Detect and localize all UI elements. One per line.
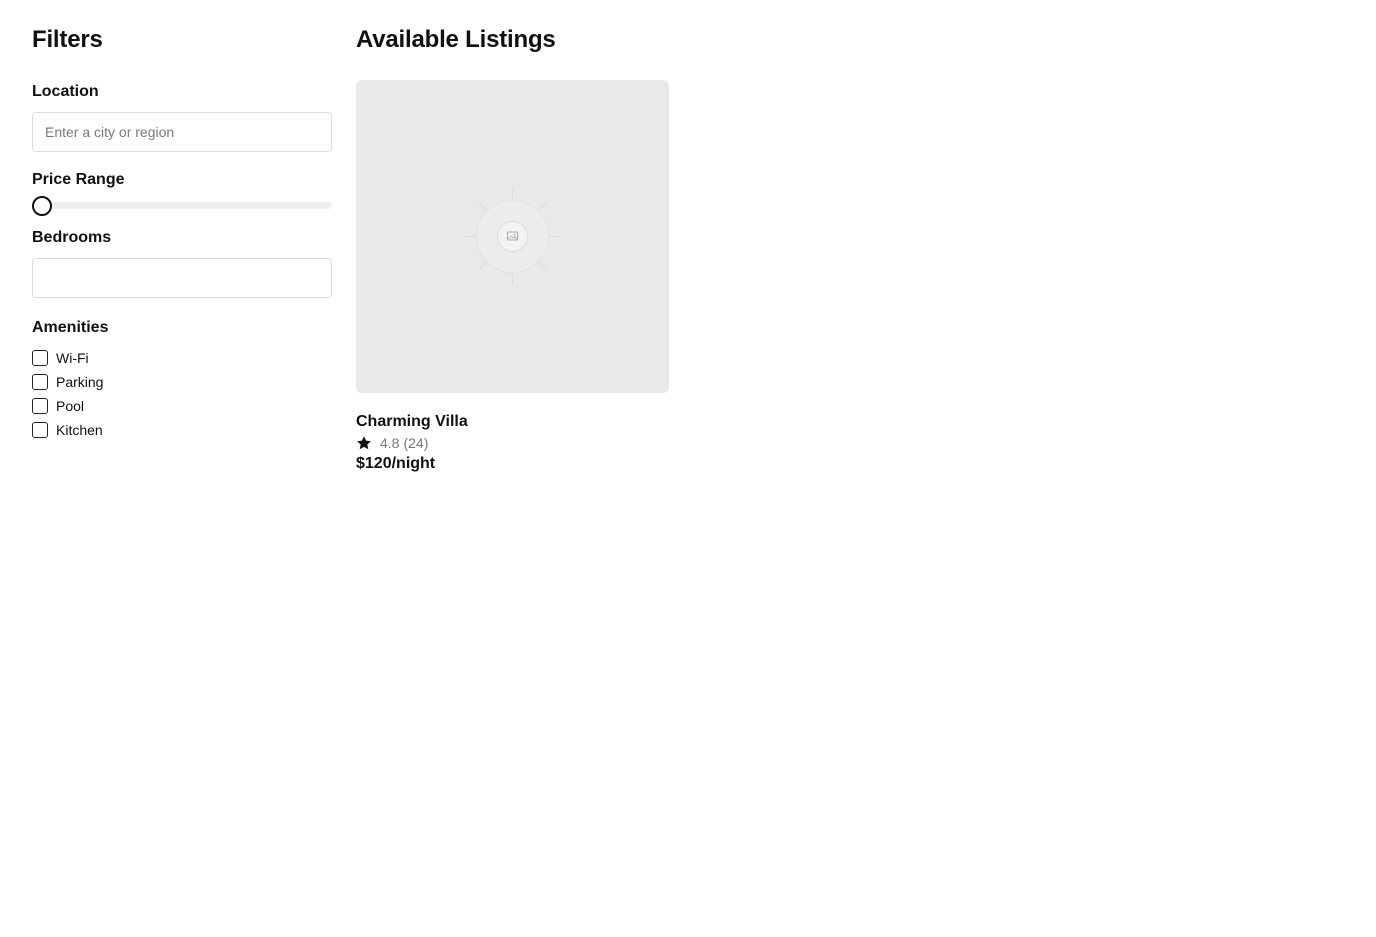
amenity-kitchen[interactable]: Kitchen [32,418,332,442]
bedrooms-input[interactable] [32,258,332,298]
listing-rating: 4.8 (24) [356,433,669,453]
price-range-label: Price Range [32,171,125,188]
review-count: (24) [403,435,429,451]
listing-card[interactable]: Charming Villa 4.8 (24) $120/night [356,80,669,474]
amenity-label: Kitchen [56,422,103,438]
listings-title: Available Listings [356,26,556,53]
rating-value: 4.8 [380,435,400,451]
price-range-track[interactable] [32,202,332,209]
location-label: Location [32,83,99,100]
filters-title: Filters [32,26,103,53]
filters-sidebar: Filters Location Price Range Bedrooms Am… [32,24,332,442]
price-range-thumb[interactable] [32,196,52,216]
parking-checkbox[interactable] [32,374,48,390]
price-range-slider[interactable] [32,196,332,216]
wifi-checkbox[interactable] [32,350,48,366]
star-icon [357,436,371,450]
image-placeholder-icon [464,188,561,285]
listings-main: Available Listings Charming Villa 4.8 (2… [356,24,669,474]
amenities-list: Wi-Fi Parking Pool Kitchen [32,346,332,442]
kitchen-checkbox[interactable] [32,422,48,438]
amenity-pool[interactable]: Pool [32,394,332,418]
amenity-parking[interactable]: Parking [32,370,332,394]
listing-price: $120/night [356,455,436,472]
amenity-label: Pool [56,398,85,414]
bedrooms-label: Bedrooms [32,229,112,246]
location-input[interactable] [32,112,332,152]
listing-title[interactable]: Charming Villa [356,413,669,431]
listing-image[interactable] [356,80,669,393]
amenity-wifi[interactable]: Wi-Fi [32,346,332,370]
page: Filters Location Price Range Bedrooms Am… [0,0,1376,937]
amenity-label: Wi-Fi [56,350,89,366]
pool-checkbox[interactable] [32,398,48,414]
amenity-label: Parking [56,374,104,390]
amenities-label: Amenities [32,319,109,336]
